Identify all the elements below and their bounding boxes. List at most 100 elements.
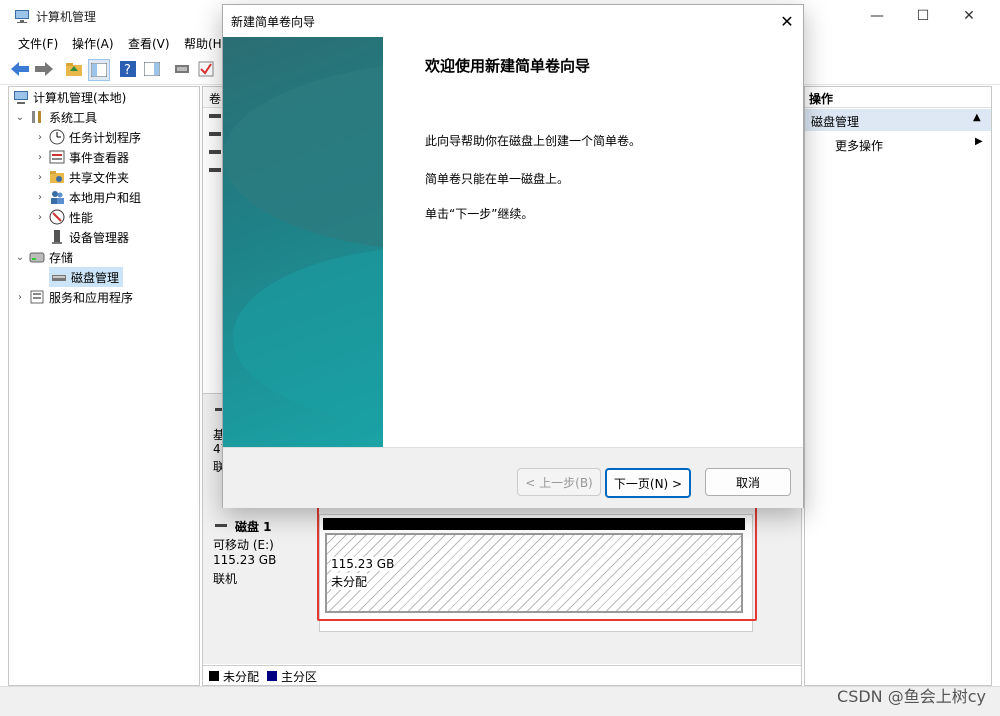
check-button[interactable] [196,59,216,79]
back-button[interactable]: < 上一步(B) [517,468,601,496]
tree-item-task-scheduler[interactable]: › 任务计划程序 [33,127,141,147]
menu-action[interactable]: 操作(A) [72,35,114,52]
disk1-info[interactable]: 磁盘 1 可移动 (E:) 115.23 GB 联机 [203,514,315,630]
tree-label: 磁盘管理 [71,270,120,285]
menu-file[interactable]: 文件(F) [18,35,58,52]
disk-icon [51,269,67,285]
column-volume[interactable]: 卷 [209,90,221,107]
close-icon: ✕ [780,11,794,31]
new-simple-volume-wizard: 新建简单卷向导 ✕ 欢迎使用新建简单卷向导 此向导帮助你在磁盘上创建一个简单卷。… [222,4,804,508]
highlight-box [317,506,757,621]
tree-item-device-manager[interactable]: 设备管理器 [47,227,129,247]
connect-icon [175,65,189,73]
maximize-icon: ☐ [916,8,930,24]
arrow-left-icon [11,62,29,76]
close-button[interactable]: ✕ [946,0,992,32]
collapse-icon[interactable]: ▲ [973,112,981,123]
tree-label: 性能 [69,210,94,225]
arrow-right-icon [35,62,53,76]
disk1-name: 磁盘 1 [235,520,272,534]
volume-icon [209,114,221,118]
legend-swatch-primary [267,671,278,681]
disk1-status: 联机 [213,572,238,586]
checklist-icon [198,61,214,77]
actions-pane: 操作 磁盘管理 ▲ 更多操作 ▶ [804,86,992,686]
storage-icon [29,249,45,265]
show-hide-tree-button[interactable] [88,59,110,81]
chevron-right-icon[interactable]: › [33,212,47,223]
actions-title: 操作 [809,92,834,106]
computer-icon [13,89,29,105]
next-button[interactable]: 下一页(N) > [605,468,691,498]
wizard-text-2: 简单卷只能在单一磁盘上。 [425,172,570,186]
tree-item-root[interactable]: 计算机管理(本地) [11,87,126,107]
shared-folder-icon [49,169,65,185]
show-action-pane-button[interactable] [142,59,162,79]
tools-icon [29,109,45,125]
chevron-right-icon[interactable]: › [13,292,27,303]
computer-management-icon [14,8,30,24]
legend-primary: 主分区 [281,669,318,684]
tree-label: 存储 [49,250,74,265]
chevron-right-icon[interactable]: › [33,152,47,163]
dialog-title: 新建简单卷向导 [231,15,316,29]
legend: 未分配 主分区 [203,665,801,686]
action-pane-icon [144,62,160,76]
connect-button[interactable] [172,59,192,79]
volume-icon [209,150,221,154]
dialog-close-button[interactable]: ✕ [773,7,801,35]
actions-section-label: 磁盘管理 [811,115,860,129]
tree-item-local-users[interactable]: › 本地用户和组 [33,187,141,207]
svg-text:?: ? [124,63,131,77]
tree-label: 服务和应用程序 [49,290,134,305]
maximize-button[interactable]: ☐ [900,0,946,32]
chevron-right-icon[interactable]: › [33,192,47,203]
users-icon [49,189,65,205]
window-title: 计算机管理 [36,10,97,24]
tree-item-shared-folders[interactable]: › 共享文件夹 [33,167,129,187]
forward-button[interactable] [34,59,54,79]
disk1-size: 115.23 GB [213,553,277,567]
wizard-banner [223,37,383,447]
wizard-heading: 欢迎使用新建简单卷向导 [425,57,591,75]
wizard-text-3: 单击“下一步”继续。 [425,207,534,221]
up-folder-button[interactable] [64,59,84,79]
tree-item-disk-management[interactable]: 磁盘管理 [49,267,124,287]
volume-icon [209,168,221,172]
tree-label: 共享文件夹 [69,170,130,185]
back-button[interactable] [10,59,30,79]
actions-section[interactable]: 磁盘管理 ▲ [805,109,991,131]
more-actions-item[interactable]: 更多操作 ▶ [805,135,991,155]
device-manager-icon [49,229,65,245]
minimize-icon: — [870,8,884,24]
help-icon: ? [120,61,136,77]
cancel-button[interactable]: 取消 [705,468,791,496]
folder-up-icon [66,63,82,76]
minimize-button[interactable]: — [854,0,900,32]
disk1-type: 可移动 (E:) [213,538,274,552]
tree-item-system-tools[interactable]: ⌄ 系统工具 [13,107,97,127]
wizard-text-1: 此向导帮助你在磁盘上创建一个简单卷。 [425,134,642,148]
actions-header: 操作 [805,87,991,108]
tree-item-services-apps[interactable]: › 服务和应用程序 [13,287,133,307]
tree-item-performance[interactable]: › 性能 [33,207,93,227]
tree-label: 事件查看器 [69,150,130,165]
tree-item-storage[interactable]: ⌄ 存储 [13,247,73,267]
menu-help[interactable]: 帮助(H) [184,35,226,52]
help-button[interactable]: ? [118,59,138,79]
tree-item-event-viewer[interactable]: › 事件查看器 [33,147,129,167]
console-tree-icon [91,63,107,77]
chevron-down-icon[interactable]: ⌄ [13,112,27,123]
banner-graphic [223,66,383,425]
chevron-down-icon[interactable]: ⌄ [13,252,27,263]
event-viewer-icon [49,149,65,165]
chevron-right-icon[interactable]: › [33,132,47,143]
chevron-right-icon[interactable]: › [33,172,47,183]
tree-label: 设备管理器 [69,230,130,245]
menu-view[interactable]: 查看(V) [128,35,170,52]
tree-label: 计算机管理(本地) [33,90,127,105]
console-tree: 计算机管理(本地) ⌄ 系统工具 › 任务计划程序 › 事件查看器 › 共享文件… [8,86,200,686]
performance-icon [49,209,65,225]
clock-icon [49,129,65,145]
volume-icon [209,132,221,136]
